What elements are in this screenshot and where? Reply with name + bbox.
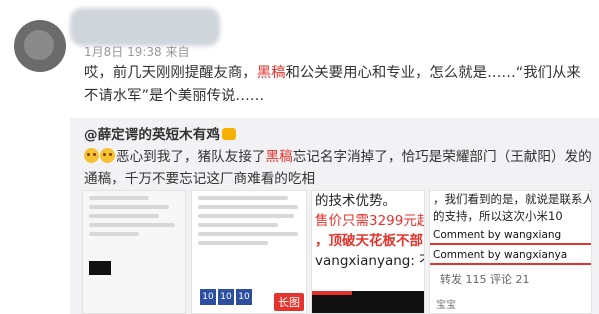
thumbnail-3-dark-bar (312, 291, 424, 313)
post-highlight-word[interactable]: 黑稿 (257, 65, 286, 81)
thumbnail-4-line: ，我们看到的是，就说是联系人家加上 (433, 192, 592, 206)
thumbnail-1[interactable] (82, 190, 186, 314)
verified-badge-icon (221, 128, 236, 140)
repost-text-before: 恶心到我了，猪队友接了 (116, 149, 266, 165)
thumbnail-dark-block (89, 261, 111, 275)
crying-emoji-icon (100, 148, 115, 163)
thumbnail-4-stats: 转发 115 评论 21 (440, 273, 530, 286)
thumbnail-4[interactable]: ，我们看到的是，就说是联系人家加上 的支持，所以这次小米10 Comment b… (429, 190, 592, 314)
image-thumbnails: 10 10 10 长图 的技术优势。 售价只需3299元起 ，顶破天花板不部 van… (82, 190, 592, 314)
thumbnail-3-line: 的技术优势。 (315, 193, 396, 209)
repost-card: @薛定谔的英短木有鸡 恶心到我了，猪队友接了黑稿忘记名字消掉了，恰巧是荣耀部门（… (70, 118, 599, 314)
thumbnail-4-foot: 宝宝 (436, 300, 456, 311)
post-text: 哎，前几天刚刚提醒友商，黑稿和公关要用心和专业，怎么就是……“我们从来不请水军”… (84, 62, 594, 108)
thumbnail-3[interactable]: 的技术优势。 售价只需3299元起 ，顶破天花板不部 vangxianyang:… (311, 190, 425, 314)
repost-highlight-word[interactable]: 黑稿 (266, 149, 293, 165)
phone-label: 10 (236, 289, 252, 305)
thumbnail-3-line: 售价只需3299元起 (315, 213, 425, 229)
repost-text: @薛定谔的英短木有鸡 恶心到我了，猪队友接了黑稿忘记名字消掉了，恰巧是荣耀部门（… (84, 124, 592, 190)
username-redacted (70, 8, 220, 46)
comment-line: Comment by wangxiang (430, 227, 591, 245)
comment-line: Comment by wangxianya (430, 247, 591, 265)
post-meta: 1月8日 19:38 来自 (84, 45, 190, 59)
post-text-before: 哎，前几天刚刚提醒友商， (84, 65, 257, 81)
thumbnail-3-line: vangxianyang: 不要抄 (315, 253, 424, 269)
long-image-badge: 长图 (274, 293, 304, 311)
avatar[interactable] (14, 20, 66, 72)
repost-author[interactable]: @薛定谔的英短木有鸡 (84, 127, 220, 143)
thumbnail-4-line: 的支持，所以这次小米10 (433, 209, 563, 223)
crying-emoji-icon (84, 148, 99, 163)
phone-label: 10 (218, 289, 234, 305)
phone-images: 10 10 10 (200, 284, 254, 305)
phone-label: 10 (200, 289, 216, 305)
thumbnail-3-line: ，顶破天花板不部 (315, 233, 423, 249)
thumbnail-2[interactable]: 10 10 10 长图 (191, 190, 307, 314)
